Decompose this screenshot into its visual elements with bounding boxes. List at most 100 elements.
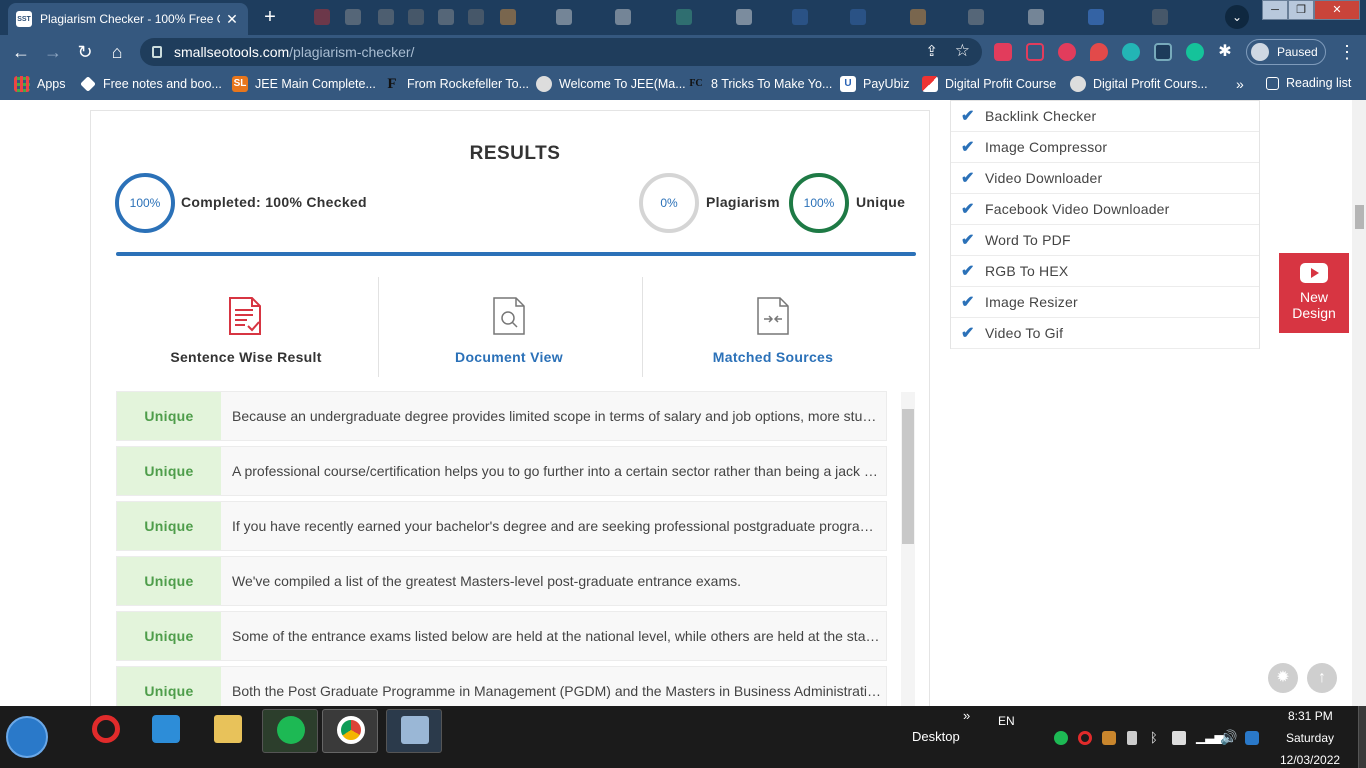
reload-icon[interactable]: ↻ — [74, 41, 96, 63]
page-scrollbar[interactable] — [1352, 100, 1366, 706]
home-icon[interactable]: ⌂ — [106, 41, 128, 63]
bookmark-item[interactable]: U PayUbiz — [840, 76, 910, 92]
list-item[interactable]: Unique Both the Post Graduate Programme … — [116, 666, 887, 706]
action-center-flag-icon[interactable] — [1172, 731, 1186, 745]
bookmark-item[interactable]: Digital Profit Course — [922, 76, 1056, 92]
bookmarks-overflow-button[interactable]: » — [1236, 76, 1244, 92]
bookmark-item[interactable]: FC 8 Tricks To Make Yo... — [688, 76, 832, 92]
background-tab-icon[interactable] — [468, 9, 484, 25]
list-item[interactable]: Unique A professional course/certificati… — [116, 446, 887, 496]
background-tab-icon[interactable] — [676, 9, 692, 25]
page-scrollbar-thumb[interactable] — [1355, 205, 1364, 229]
update-tray-icon[interactable] — [1245, 731, 1259, 745]
battery-icon[interactable] — [1127, 731, 1137, 745]
maximize-window-icon[interactable]: ❐ — [1288, 0, 1314, 20]
bookmark-label: JEE Main Complete... — [255, 77, 376, 91]
sidebar-item-facebook-video-downloader[interactable]: ✔ Facebook Video Downloader — [951, 194, 1259, 225]
location-pin-icon[interactable] — [1090, 43, 1108, 61]
sidebar-item-backlink-checker[interactable]: ✔ Backlink Checker — [951, 101, 1259, 132]
app-tray-icon[interactable] — [1102, 731, 1116, 745]
tab-document-view[interactable]: Document View — [379, 349, 639, 365]
background-tab-icon[interactable] — [615, 9, 631, 25]
background-tab-icon[interactable] — [408, 9, 424, 25]
tab-matched-sources[interactable]: Matched Sources — [643, 349, 903, 365]
back-arrow-icon[interactable]: ← — [10, 41, 32, 63]
background-tab-icon[interactable] — [736, 9, 752, 25]
reading-list-button[interactable]: Reading list — [1266, 76, 1351, 90]
show-desktop-button[interactable] — [1358, 706, 1366, 768]
tab-search-chevron-icon[interactable]: ⌄ — [1225, 5, 1249, 29]
bookmark-item[interactable]: Welcome To JEE(Ma... — [536, 76, 686, 92]
address-bar[interactable]: smallseotools.com/plagiarism-checker/ ⇪ … — [140, 38, 982, 66]
sidebar-item-word-to-pdf[interactable]: ✔ Word To PDF — [951, 225, 1259, 256]
background-tab-icon[interactable] — [314, 9, 330, 25]
bookmark-item[interactable]: Digital Profit Cours... — [1070, 76, 1208, 92]
taskbar-spotify[interactable] — [262, 709, 318, 753]
minimize-window-icon[interactable]: ─ — [1262, 0, 1288, 20]
tab-sentence-wise-result[interactable]: Sentence Wise Result — [116, 349, 376, 365]
sidebar-item-image-compressor[interactable]: ✔ Image Compressor — [951, 132, 1259, 163]
close-window-icon[interactable]: ✕ — [1314, 0, 1360, 20]
taskbar-control-panel[interactable] — [386, 709, 442, 753]
profile-button[interactable]: Paused — [1246, 39, 1326, 65]
background-tab-icon[interactable] — [1028, 9, 1044, 25]
clock-date[interactable]: 12/03/2022 — [1280, 753, 1340, 767]
opera-tray-icon[interactable] — [1078, 731, 1092, 745]
pinterest-save-icon[interactable] — [994, 43, 1012, 61]
sentence-results-list[interactable]: Unique Because an undergraduate degree p… — [116, 391, 887, 706]
list-item[interactable]: Unique We've compiled a list of the grea… — [116, 556, 887, 606]
canva-icon[interactable] — [1122, 43, 1140, 61]
background-tab-icon[interactable] — [1152, 9, 1168, 25]
menu-kebab-icon[interactable]: ⋮ — [1336, 41, 1358, 63]
background-tab-icon[interactable] — [556, 9, 572, 25]
active-tab[interactable]: SST Plagiarism Checker - 100% Free Onlin… — [8, 3, 248, 35]
list-item[interactable]: Unique Some of the entrance exams listed… — [116, 611, 887, 661]
scroll-to-top-icon[interactable]: ↑ — [1307, 663, 1337, 693]
download-icon[interactable] — [1026, 43, 1044, 61]
desktop-toolbar-label[interactable]: Desktop — [912, 729, 960, 744]
taskbar-media-player[interactable] — [138, 709, 194, 753]
background-tab-icon[interactable] — [345, 9, 361, 25]
sidebar-item-image-resizer[interactable]: ✔ Image Resizer — [951, 287, 1259, 318]
taskbar-chrome[interactable] — [322, 709, 378, 753]
bookmark-star-icon[interactable]: ☆ — [955, 41, 970, 61]
share-icon[interactable]: ⇪ — [925, 42, 938, 60]
close-tab-icon[interactable]: ✕ — [224, 11, 240, 28]
bug-report-icon[interactable]: ✹ — [1268, 663, 1298, 693]
clock-time[interactable]: 8:31 PM — [1288, 709, 1333, 723]
volume-icon[interactable]: 🔊 — [1220, 729, 1237, 746]
list-item[interactable]: Unique Because an undergraduate degree p… — [116, 391, 887, 441]
taskbar-opera[interactable] — [78, 709, 134, 753]
forward-arrow-icon[interactable]: → — [42, 41, 64, 63]
bookmark-item[interactable]: SL JEE Main Complete... — [232, 76, 376, 92]
screen-capture-icon[interactable] — [1154, 43, 1172, 61]
language-indicator[interactable]: EN — [998, 714, 1015, 728]
sidebar-item-video-to-gif[interactable]: ✔ Video To Gif — [951, 318, 1259, 349]
sidebar-item-video-downloader[interactable]: ✔ Video Downloader — [951, 163, 1259, 194]
background-tab-icon[interactable] — [438, 9, 454, 25]
results-scrollbar-thumb[interactable] — [902, 409, 914, 544]
sidebar-item-rgb-to-hex[interactable]: ✔ RGB To HEX — [951, 256, 1259, 287]
grammarly-icon[interactable] — [1186, 43, 1204, 61]
background-tab-icon[interactable] — [792, 9, 808, 25]
start-button[interactable] — [6, 716, 48, 758]
bookmark-item[interactable]: F From Rockefeller To... — [384, 76, 529, 92]
background-tab-icon[interactable] — [968, 9, 984, 25]
background-tab-icon[interactable] — [500, 9, 516, 25]
bluetooth-icon[interactable]: ᛒ — [1150, 730, 1158, 745]
bookmark-apps[interactable]: Apps — [14, 76, 66, 92]
background-tab-icon[interactable] — [910, 9, 926, 25]
clock-day[interactable]: Saturday — [1286, 731, 1334, 745]
list-item[interactable]: Unique If you have recently earned your … — [116, 501, 887, 551]
spotify-tray-icon[interactable] — [1054, 731, 1068, 745]
background-tab-icon[interactable] — [1088, 9, 1104, 25]
taskbar-overflow-icon[interactable]: » — [963, 708, 970, 723]
bookmark-item[interactable]: Free notes and boo... — [80, 76, 222, 92]
pinterest-icon[interactable] — [1058, 43, 1076, 61]
extensions-puzzle-icon[interactable]: ✱ — [1216, 43, 1234, 61]
background-tab-icon[interactable] — [850, 9, 866, 25]
new-design-button[interactable]: New Design — [1279, 253, 1349, 333]
background-tab-icon[interactable] — [378, 9, 394, 25]
new-tab-button[interactable]: + — [258, 6, 282, 30]
taskbar-file-explorer[interactable] — [200, 709, 256, 753]
